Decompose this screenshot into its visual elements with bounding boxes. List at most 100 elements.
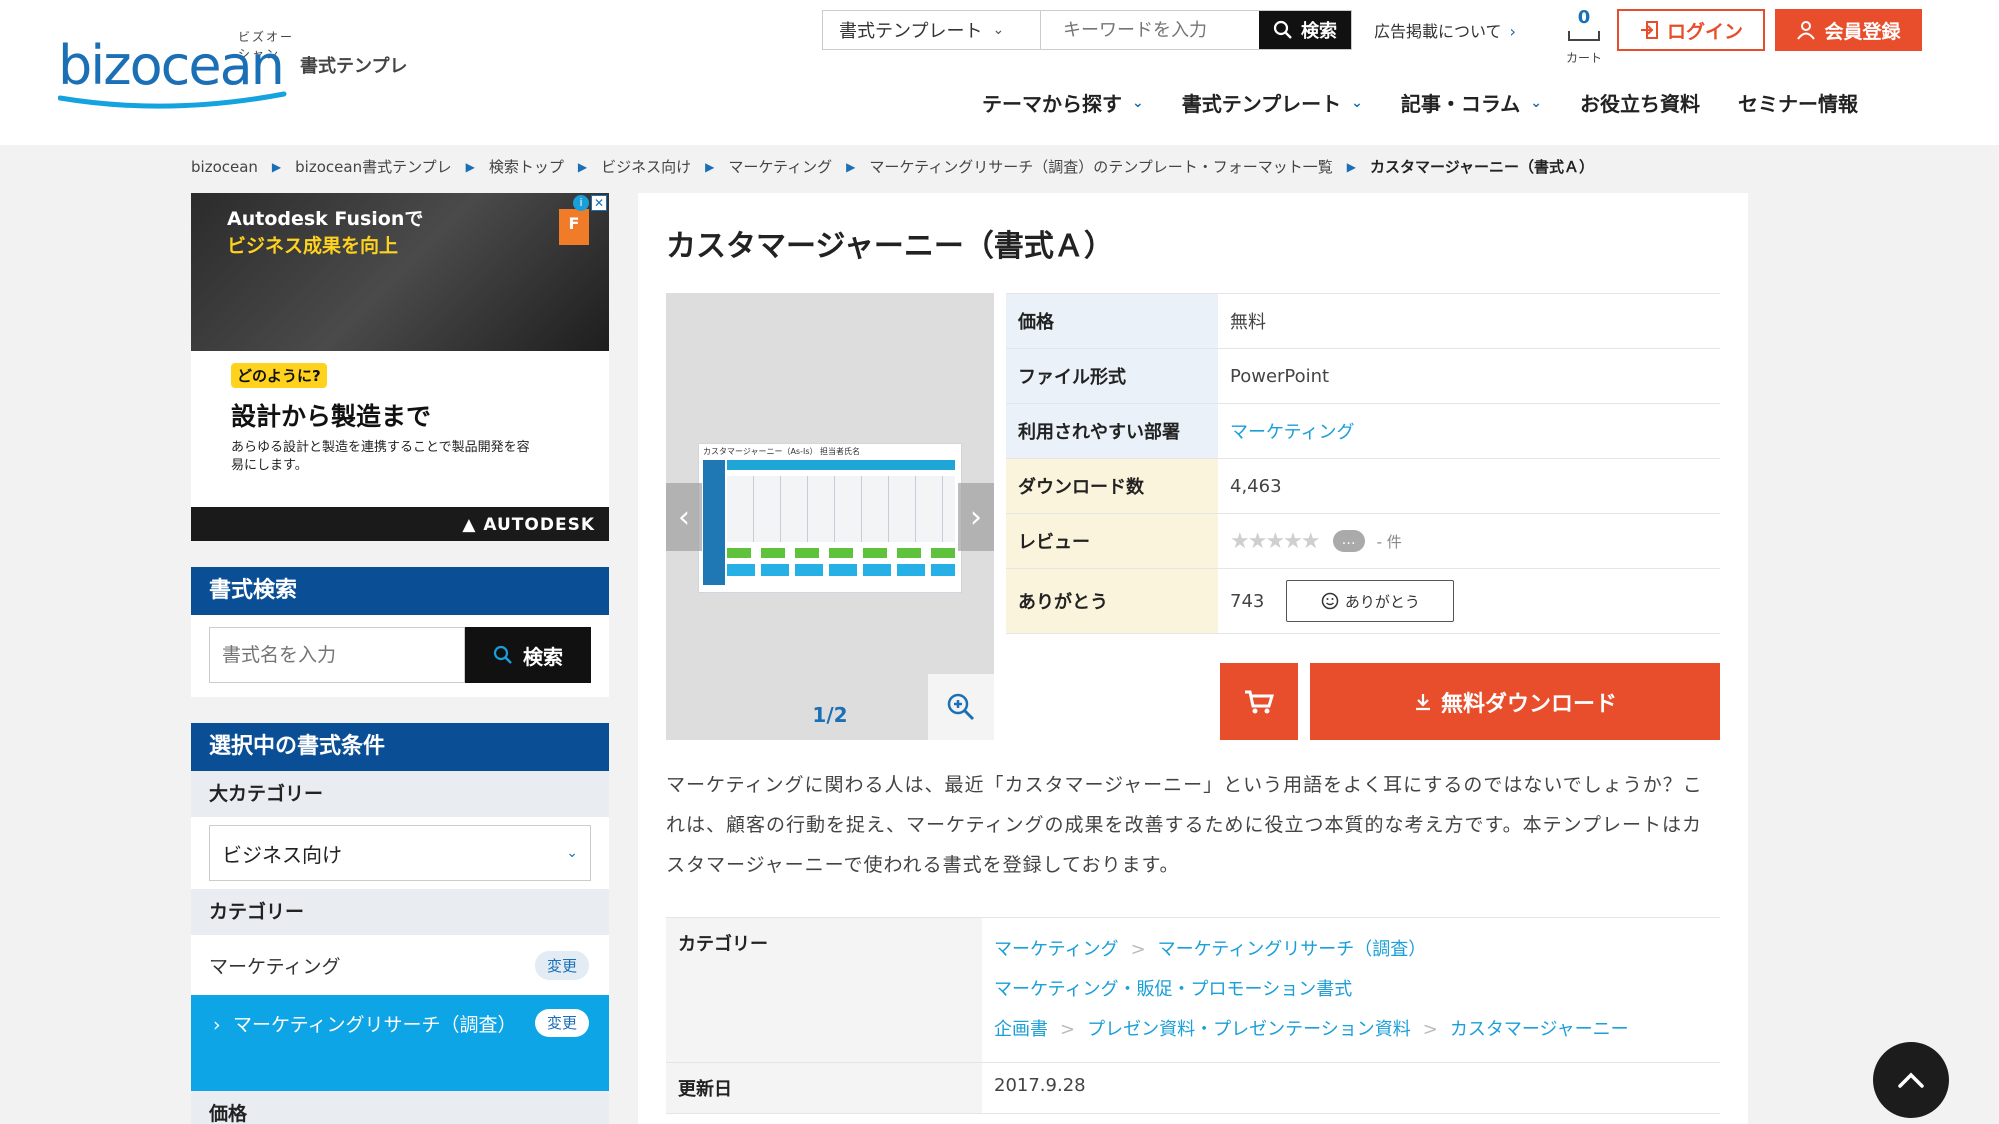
template-name-input[interactable]: [209, 627, 465, 683]
preview-thumbnail[interactable]: カスタマージャーニー（As-Is） 担当者氏名: [698, 443, 962, 593]
thanks-button[interactable]: ありがとう: [1286, 580, 1455, 622]
info-value: 4,463: [1230, 475, 1282, 497]
cart-count: 0: [1577, 7, 1591, 28]
thumb-title: カスタマージャーニー（As-Is） 担当者氏名: [703, 447, 861, 456]
category-link[interactable]: マーケティングリサーチ（調査）: [1158, 930, 1427, 970]
review-cell: ★★★★★ … - 件: [1218, 514, 1720, 568]
side-search: 検索: [209, 627, 591, 683]
selected-conditions-title: 選択中の書式条件: [191, 723, 609, 771]
chevron-right-icon: ▶: [705, 159, 715, 174]
sidebar: Autodesk Fusionで ビジネス成果を向上 F i ✕ どのように? …: [191, 193, 609, 1124]
subcategory-active: › マーケティングリサーチ（調査） 変更: [191, 995, 609, 1091]
keyword-input[interactable]: [1041, 11, 1259, 49]
nav-resources[interactable]: お役立ち資料: [1580, 88, 1700, 117]
download-icon: [1415, 693, 1430, 710]
info-key: ありがとう: [1006, 569, 1218, 633]
category-link[interactable]: 企画書: [994, 1010, 1048, 1050]
info-key: レビュー: [1006, 514, 1218, 568]
preview-next-button[interactable]: ›: [958, 483, 994, 551]
info-row: 価格 無料: [1006, 294, 1720, 349]
ad-info-icon[interactable]: i: [573, 195, 589, 211]
chevron-down-icon: ⌄: [566, 845, 578, 861]
nav-themes-label: テーマから探す: [982, 92, 1122, 116]
category-link[interactable]: プレゼン資料・プレゼンテーション資料: [1087, 1010, 1411, 1050]
info-value: 無料: [1230, 312, 1266, 333]
major-category-select[interactable]: ビジネス向け ⌄: [209, 825, 591, 881]
bizocean-logo[interactable]: ビズオーシャン bizocean: [58, 28, 298, 109]
thanks-count: 743: [1230, 590, 1265, 612]
header-search-label: 検索: [1301, 21, 1337, 42]
back-to-top-button[interactable]: [1873, 1042, 1949, 1118]
chevron-right-icon: >: [1422, 1019, 1438, 1040]
ad-close-icon[interactable]: ✕: [591, 195, 607, 211]
ad-link-label: 広告掲載について: [1374, 22, 1502, 41]
category-link[interactable]: マーケティング・販促・プロモーション書式: [994, 970, 1352, 1010]
breadcrumb-item[interactable]: マーケティングリサーチ（調査）のテンプレート・フォーマット一覧: [869, 156, 1332, 177]
info-row: 利用されやすい部署 マーケティング: [1006, 404, 1720, 459]
star-rating: ★★★★★: [1230, 528, 1321, 554]
nav-articles[interactable]: 記事・コラム ⌄: [1401, 88, 1542, 117]
ad-big-text: 設計から製造まで: [231, 402, 432, 431]
department-link[interactable]: マーケティング: [1218, 404, 1720, 458]
autodesk-logo: ▲ AUTODESK: [462, 515, 595, 535]
main-content: カスタマージャーニー（書式Ａ） カスタマージャーニー（As-Is） 担当者氏名 …: [638, 193, 1748, 1124]
nav-seminars[interactable]: セミナー情報: [1738, 88, 1858, 117]
chevron-right-icon: ▶: [1346, 159, 1356, 174]
chevron-down-icon: ⌄: [992, 22, 1005, 38]
category-link[interactable]: カスタマージャーニー: [1450, 1010, 1629, 1050]
nav-templates[interactable]: 書式テンプレート ⌄: [1182, 88, 1363, 117]
info-key: 利用されやすい部署: [1006, 404, 1218, 458]
search-icon: [1273, 20, 1292, 39]
cart-label: カート: [1565, 51, 1602, 65]
change-category-button[interactable]: 変更: [534, 950, 589, 980]
cart-icon: [1245, 690, 1274, 713]
ad-placement-link[interactable]: 広告掲載について ›: [1374, 18, 1516, 42]
search-category-value: 書式テンプレート: [839, 21, 983, 42]
autodesk-ad-banner[interactable]: Autodesk Fusionで ビジネス成果を向上 F i ✕ どのように? …: [191, 193, 609, 541]
side-search-button[interactable]: 検索: [465, 627, 591, 683]
meta-key: 更新日: [666, 1063, 982, 1113]
info-key: 価格: [1006, 294, 1218, 348]
meta-row-updated: 更新日 2017.9.28: [666, 1063, 1720, 1114]
change-subcategory-button[interactable]: 変更: [534, 1009, 589, 1037]
chevron-left-icon: ‹: [678, 499, 690, 535]
info-value: PowerPoint: [1230, 365, 1330, 387]
nav-resources-label: お役立ち資料: [1580, 92, 1701, 116]
chevron-down-icon: ⌄: [1530, 94, 1543, 111]
search-category-select[interactable]: 書式テンプレート ⌄: [823, 11, 1041, 49]
info-row: ファイル形式 PowerPoint: [1006, 349, 1720, 404]
breadcrumb-item[interactable]: ビジネス向け: [601, 156, 691, 177]
template-preview: カスタマージャーニー（As-Is） 担当者氏名 ‹ › 1/2: [666, 293, 994, 740]
meta-key: カテゴリー: [666, 918, 982, 1062]
login-button[interactable]: ログイン: [1617, 9, 1765, 51]
category-path: 企画書 > プレゼン資料・プレゼンテーション資料 > カスタマージャーニー: [994, 1010, 1708, 1050]
breadcrumb-item[interactable]: bizocean書式テンプレ: [295, 156, 451, 177]
preview-prev-button[interactable]: ‹: [666, 483, 702, 551]
ad-body: どのように? 設計から製造まで あらゆる設計と製造を連携することで製品開発を容易…: [191, 351, 609, 507]
cart-button[interactable]: 0 カート: [1562, 8, 1606, 66]
main-nav: テーマから探す ⌄ 書式テンプレート ⌄ 記事・コラム ⌄ お役立ち資料 セミナー情報: [982, 88, 1896, 117]
category-heading: カテゴリー: [191, 889, 609, 935]
chevron-down-icon: ⌄: [1132, 94, 1144, 111]
free-download-button[interactable]: 無料ダウンロード: [1310, 663, 1720, 740]
chevron-right-icon: ▶: [577, 159, 588, 174]
zoom-in-icon: [947, 693, 975, 721]
meta-categories: マーケティング > マーケティングリサーチ（調査） マーケティング・販促・プロモーシ…: [982, 918, 1720, 1062]
chevron-right-icon: ▶: [271, 159, 282, 174]
nav-themes[interactable]: テーマから探す ⌄: [982, 88, 1144, 117]
header-search-button[interactable]: 検索: [1259, 11, 1351, 49]
logo-subtitle: 書式テンプレ: [300, 56, 408, 77]
category-link[interactable]: マーケティング: [994, 930, 1119, 970]
template-meta-table: カテゴリー マーケティング > マーケティングリサーチ（調査） マーケティング・販促…: [666, 917, 1720, 1114]
breadcrumb-item[interactable]: 検索トップ: [489, 156, 564, 177]
zoom-button[interactable]: [928, 674, 994, 740]
register-button[interactable]: 会員登録: [1775, 9, 1922, 51]
fusion-badge-icon: F: [559, 209, 589, 245]
breadcrumb-item[interactable]: マーケティング: [728, 156, 832, 177]
login-icon: [1640, 21, 1658, 39]
add-to-cart-button[interactable]: [1220, 663, 1298, 740]
search-icon: [493, 645, 512, 664]
breadcrumb-item[interactable]: bizocean: [191, 158, 258, 176]
comment-bubble-icon[interactable]: …: [1332, 530, 1365, 552]
side-search-label: 検索: [523, 644, 563, 669]
